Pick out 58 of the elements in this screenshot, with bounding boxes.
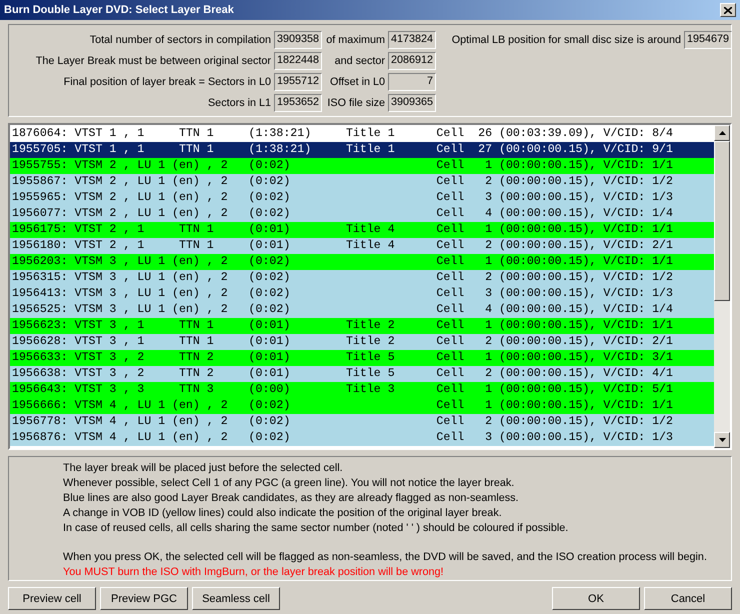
cell-list-item[interactable]: 1956666: VTSM 4 , LU 1 (en) , 2 (0:02) Cell 1 (00:00:00.15), V/CID: 1/1 xyxy=(10,398,714,414)
window-title: Burn Double Layer DVD: Select Layer Break xyxy=(4,4,234,16)
warning-text: You MUST burn the ISO with ImgBurn, or the layer break position will be wrong! xyxy=(63,565,444,580)
cell-list-item[interactable]: 1956643: VTST 3 , 3 TTN 3 (0:00) Title 3 Cell 1 (00:00:00.15), V/CID: 5/1 xyxy=(10,382,714,398)
instruction-text: A change in VOB ID (yellow lines) could also indicate the position of the original layer break. xyxy=(63,506,502,521)
value-field: 1955712 xyxy=(274,73,322,91)
up-arrow-icon xyxy=(718,131,726,135)
dialog-button[interactable]: OK xyxy=(552,587,640,610)
instruction-text: In case of reused cells, all cells sharing the same sector number (noted ' ' ) should be coloured if possible. xyxy=(63,521,568,536)
cell-list-item[interactable]: 1956525: VTSM 3 , LU 1 (en) , 2 (0:02) Cell 4 (00:00:00.15), V/CID: 1/4 xyxy=(10,302,714,318)
action-button[interactable]: Preview cell xyxy=(8,587,96,610)
field-label: Optimal LB position for small disc size is around xyxy=(450,34,681,46)
field-label: Final position of layer break = Sectors in L0 xyxy=(62,76,271,88)
action-button[interactable]: Seamless cell xyxy=(192,587,280,610)
scroll-thumb[interactable] xyxy=(714,141,730,301)
instruction-text: Blue lines are also good Layer Break candidates, as they are already flagged as non-seamless. xyxy=(63,491,519,506)
scrollbar[interactable] xyxy=(714,125,730,448)
cell-list-item[interactable]: 1956623: VTST 3 , 1 TTN 1 (0:01) Title 2 Cell 1 (00:00:00.15), V/CID: 1/1 xyxy=(10,318,714,334)
field-label: Total number of sectors in compilation xyxy=(88,34,271,46)
value-field: 1822448 xyxy=(274,52,322,70)
dialog-button[interactable]: Cancel xyxy=(644,587,732,610)
cell-list-item[interactable]: 1956638: VTST 3 , 2 TTN 2 (0:01) Title 5 Cell 2 (00:00:00.15), V/CID: 4/1 xyxy=(10,366,714,382)
cell-list-item[interactable]: 1955705: VTST 1 , 1 TTN 1 (1:38:21) Title 1 Cell 27 (00:00:00.15), V/CID: 9/1 xyxy=(10,142,714,158)
cell-list-item[interactable]: 1956175: VTST 2 , 1 TTN 1 (0:01) Title 4 Cell 1 (00:00:00.15), V/CID: 1/1 xyxy=(10,222,714,238)
instruction-text: The layer break will be placed just before the selected cell. xyxy=(63,461,343,476)
close-button[interactable] xyxy=(720,3,736,17)
down-arrow-icon xyxy=(718,438,726,442)
cell-list-item[interactable]: 1955965: VTSM 2 , LU 1 (en) , 2 (0:02) Cell 3 (00:00:00.15), V/CID: 1/3 xyxy=(10,190,714,206)
value-field: 4173824 xyxy=(388,31,436,49)
close-icon xyxy=(724,6,732,14)
cell-list-item[interactable]: 1955867: VTSM 2 , LU 1 (en) , 2 (0:02) Cell 2 (00:00:00.15), V/CID: 1/2 xyxy=(10,174,714,190)
field-label: Offset in L0 xyxy=(328,76,385,88)
field-label: Sectors in L1 xyxy=(206,97,271,109)
value-field: 1953652 xyxy=(274,94,322,112)
action-button[interactable]: Preview PGC xyxy=(100,587,188,610)
field-label: of maximum xyxy=(325,34,385,46)
cell-list-item[interactable]: 1956315: VTSM 3 , LU 1 (en) , 2 (0:02) Cell 2 (00:00:00.15), V/CID: 1/2 xyxy=(10,270,714,286)
value-field: 2086912 xyxy=(388,52,436,70)
value-field: 3909358 xyxy=(274,31,322,49)
cell-list-item[interactable]: 1955755: VTSM 2 , LU 1 (en) , 2 (0:02) Cell 1 (00:00:00.15), V/CID: 1/1 xyxy=(10,158,714,174)
cell-list-item[interactable]: 1956413: VTSM 3 , LU 1 (en) , 2 (0:02) Cell 3 (00:00:00.15), V/CID: 1/3 xyxy=(10,286,714,302)
cell-list-item[interactable]: 1956077: VTSM 2 , LU 1 (en) , 2 (0:02) Cell 4 (00:00:00.15), V/CID: 1/4 xyxy=(10,206,714,222)
cell-list-item[interactable]: 1956633: VTST 3 , 2 TTN 2 (0:01) Title 5 Cell 1 (00:00:00.15), V/CID: 3/1 xyxy=(10,350,714,366)
cell-list-item[interactable]: 1956876: VTSM 4 , LU 1 (en) , 2 (0:02) Cell 3 (00:00:00.15), V/CID: 1/3 xyxy=(10,430,714,446)
instruction-text: Whenever possible, select Cell 1 of any PGC (a green line). You will not notice the layer break. xyxy=(63,476,514,491)
field-label: and sector xyxy=(334,55,385,67)
cell-list-item[interactable]: 1956628: VTST 3 , 1 TTN 1 (0:01) Title 2 Cell 2 (00:00:00.15), V/CID: 2/1 xyxy=(10,334,714,350)
cell-list-item[interactable]: 1956203: VTSM 3 , LU 1 (en) , 2 (0:02) Cell 1 (00:00:00.15), V/CID: 1/1 xyxy=(10,254,714,270)
cell-list-item[interactable]: 1956180: VTST 2 , 1 TTN 1 (0:01) Title 4 Cell 2 (00:00:00.15), V/CID: 2/1 xyxy=(10,238,714,254)
scroll-up-button[interactable] xyxy=(714,125,730,141)
instruction-text: When you press OK, the selected cell will be flagged as non-seamless, the DVD will be saved, and the ISO creation process will begin. xyxy=(63,550,707,565)
value-field: 7 xyxy=(388,73,436,91)
value-field: 3909365 xyxy=(388,94,436,112)
field-label: The Layer Break must be between original sector xyxy=(34,55,271,67)
cell-list-item[interactable]: 1956778: VTSM 4 , LU 1 (en) , 2 (0:02) Cell 2 (00:00:00.15), V/CID: 1/2 xyxy=(10,414,714,430)
scroll-down-button[interactable] xyxy=(714,432,730,448)
field-label: ISO file size xyxy=(326,97,385,109)
value-field: 1954679 xyxy=(684,31,732,49)
